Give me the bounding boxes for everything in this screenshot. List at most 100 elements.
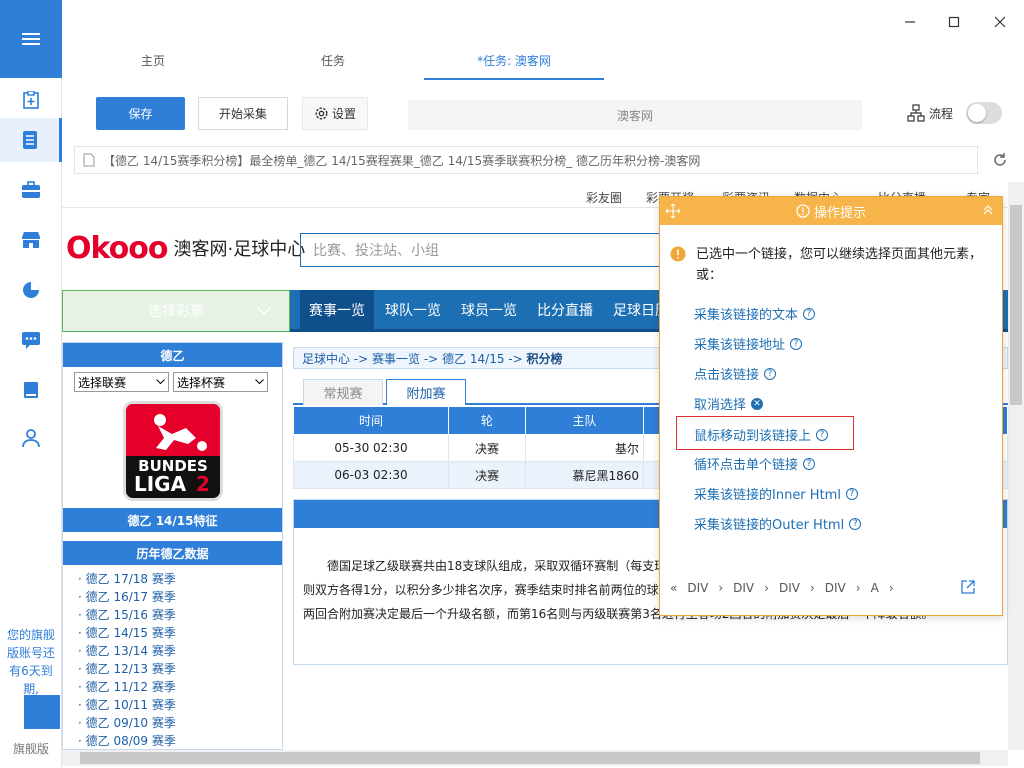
nav-live-score[interactable]: 比分直播 [528,290,602,332]
cell-home[interactable]: 慕尼黑1860 [525,461,644,489]
season-link[interactable]: · 德乙 09/10 赛季 [78,714,176,731]
path-node[interactable]: DIV [687,581,708,595]
cell-home[interactable]: 基尔 [525,434,644,462]
help-icon: ? [790,337,803,350]
chevron-down-icon [255,379,264,385]
path-back[interactable]: « [670,581,677,595]
upgrade-button[interactable] [24,695,60,729]
collapse-icon[interactable] [982,204,994,219]
site-name-field[interactable]: 澳客网 [408,100,862,130]
path-node[interactable]: DIV [779,581,800,595]
site-search-input[interactable]: 比赛、投注站、小组 [300,233,680,267]
flow-toggle-label[interactable]: 流程 [907,101,953,125]
tab-active-indicator [424,78,604,80]
option-collect-outer-html[interactable]: 采集该链接的Outer Html? [694,514,862,533]
gear-icon [315,107,328,120]
save-button[interactable]: 保存 [96,97,185,130]
league-select-label: 选择联赛 [78,375,127,390]
option-cancel-selection[interactable]: 取消选择 ✕ [694,394,764,413]
new-task-icon[interactable] [0,78,62,122]
tab-regular-season[interactable]: 常规赛 [303,379,383,405]
option-loop-click[interactable]: 循环点击单个链接? [694,454,816,473]
popup-title: 操作提示 [813,205,866,221]
path-node[interactable]: A [871,581,879,595]
league-panel-title: 德乙 [63,343,282,367]
help-icon: ? [803,457,816,470]
feature-title[interactable]: 德乙 14/15特征 [63,508,282,532]
path-node[interactable]: DIV [733,581,754,595]
season-link[interactable]: · 德乙 11/12 赛季 [78,678,176,695]
close-icon[interactable] [990,12,1010,32]
nav-events[interactable]: 赛事一览 [300,290,374,332]
hamburger-icon [22,33,40,45]
stats-pie-icon[interactable] [0,268,62,312]
help-icon: ? [803,307,816,320]
vertical-scroll-thumb[interactable] [1010,205,1022,405]
season-link[interactable]: · 德乙 17/18 赛季 [78,570,176,587]
task-list-icon[interactable] [0,118,62,162]
cell-round: 决赛 [448,461,526,489]
horizontal-scroll-thumb[interactable] [80,752,980,764]
expire-notice[interactable]: 您的旗舰版账号还有6天到期, [4,626,58,698]
season-link[interactable]: · 德乙 15/16 赛季 [78,606,176,623]
bundesliga2-logo: BUNDES LIGA 2 [123,401,223,501]
tab-home[interactable]: 主页 [122,52,184,72]
edition-label: 旗舰版 [12,742,49,756]
okooo-logo[interactable]: Okooo 澳客网·足球中心 [66,231,306,266]
refresh-icon[interactable] [990,150,1010,170]
season-link[interactable]: · 德乙 16/17 赛季 [78,588,176,605]
col-round: 轮 [448,406,526,435]
settings-label: 设置 [331,107,356,121]
season-link[interactable]: · 德乙 08/09 赛季 [78,732,176,749]
season-link[interactable]: · 德乙 13/14 赛季 [78,642,176,659]
url-bar[interactable]: 【德乙 14/15赛季积分榜】最全榜单_德乙 14/15赛程赛果_德乙 14/1… [74,146,978,174]
col-home: 主队 [525,406,644,435]
external-link-icon[interactable] [960,579,976,598]
settings-button[interactable]: 设置 [302,97,368,130]
nav-players[interactable]: 球员一览 [452,290,526,332]
option-collect-inner-html[interactable]: 采集该链接的Inner Html? [694,484,858,503]
user-icon[interactable] [0,416,62,460]
season-link[interactable]: · 德乙 14/15 赛季 [78,624,176,641]
cell-time: 06-03 02:30 [293,461,449,489]
tab-current-task[interactable]: *任务: 澳客网 [444,52,584,72]
help-icon: ? [764,367,777,380]
nav-teams[interactable]: 球队一览 [376,290,450,332]
breadcrumb-item[interactable]: 足球中心 -> [302,350,368,367]
toplink-community[interactable]: 彩友圈 [586,189,622,206]
message-icon[interactable] [0,318,62,362]
minimize-icon[interactable] [900,12,920,32]
path-sep: › [888,581,894,595]
logo-title: 澳客网·足球中心 [173,239,306,260]
breadcrumb-item[interactable]: 德乙 14/15 -> [442,350,523,367]
breadcrumb-item[interactable]: 赛事一览 -> [372,350,438,367]
option-click-link[interactable]: 点击该链接? [694,364,777,383]
popup-header[interactable]: 操作提示 [660,197,1002,225]
path-node[interactable]: DIV [825,581,846,595]
toolbox-icon[interactable] [0,168,62,212]
season-link[interactable]: · 德乙 12/13 赛季 [78,660,176,677]
menu-button[interactable] [0,0,62,78]
tab-playoff[interactable]: 附加赛 [386,379,466,405]
store-icon[interactable] [0,218,62,262]
maximize-icon[interactable] [944,12,964,32]
help-icon: ? [849,517,862,530]
start-collect-button[interactable]: 开始采集 [198,97,288,130]
history-title: 历年德乙数据 [63,541,282,565]
option-collect-link-text[interactable]: 采集该链接的文本? [694,304,816,323]
info-icon [796,204,810,218]
col-time: 时间 [293,406,449,435]
book-icon[interactable] [0,368,62,412]
league-select[interactable]: 选择联赛 [74,372,169,392]
cup-select[interactable]: 选择杯赛 [173,372,268,392]
path-sep: › [718,581,724,595]
path-sep: › [809,581,815,595]
flow-toggle-knob[interactable] [968,104,986,122]
cancel-icon: ✕ [751,397,764,410]
tab-tasks[interactable]: 任务 [306,52,360,72]
path-sep: › [764,581,769,595]
lottery-select[interactable]: 选择彩票 [62,290,290,332]
season-link[interactable]: · 德乙 10/11 赛季 [78,696,176,713]
move-icon[interactable] [665,203,681,222]
option-collect-link-url[interactable]: 采集该链接地址? [694,334,803,353]
